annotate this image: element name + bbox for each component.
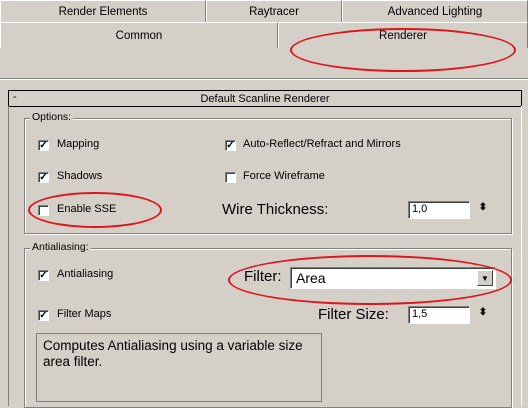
check-icon: ✓ bbox=[226, 140, 235, 151]
filter-dropdown[interactable]: Area bbox=[290, 267, 496, 289]
wire-thickness-label: Wire Thickness: bbox=[222, 201, 329, 218]
tab-advanced-lighting-label: Advanced Lighting bbox=[387, 5, 483, 18]
antialiasing-label: Antialiasing bbox=[57, 268, 114, 280]
filter-value: Area bbox=[296, 270, 326, 286]
rollout-title: Default Scanline Renderer bbox=[200, 92, 330, 105]
tab-common-label: Common bbox=[115, 29, 163, 42]
shadows-label: Shadows bbox=[57, 170, 103, 182]
shadows-checkbox[interactable]: ✓ bbox=[38, 172, 49, 183]
filter-maps-checkbox[interactable]: ✓ bbox=[38, 310, 49, 321]
check-icon: ✓ bbox=[39, 172, 48, 183]
wire-thickness-spinner[interactable]: ⬍ bbox=[478, 202, 488, 218]
filter-size-value: 1,5 bbox=[412, 308, 428, 320]
filter-size-label: Filter Size: bbox=[318, 306, 389, 323]
filter-label: Filter: bbox=[244, 268, 282, 285]
antialiasing-checkbox[interactable]: ✓ bbox=[38, 270, 49, 281]
spinner-icon: ⬍ bbox=[478, 307, 488, 318]
tab-render-elements[interactable]: Render Elements bbox=[0, 0, 206, 22]
tab-render-elements-label: Render Elements bbox=[58, 5, 148, 18]
force-wireframe-label: Force Wireframe bbox=[243, 170, 325, 182]
check-icon: ✓ bbox=[39, 270, 48, 281]
enable-sse-label: Enable SSE bbox=[57, 203, 117, 215]
chevron-down-icon: ▼ bbox=[481, 273, 489, 283]
tab-common[interactable]: Common bbox=[0, 22, 278, 48]
filter-maps-label: Filter Maps bbox=[57, 308, 112, 320]
tab-renderer-label: Renderer bbox=[379, 29, 427, 42]
rollout-collapse-toggle[interactable]: - bbox=[13, 91, 17, 103]
tab-raytracer[interactable]: Raytracer bbox=[206, 0, 342, 22]
mapping-label: Mapping bbox=[57, 138, 100, 150]
panel-separator-light bbox=[0, 79, 528, 80]
auto-reflect-checkbox[interactable]: ✓ bbox=[225, 140, 236, 151]
antialiasing-group-title: Antialiasing: bbox=[30, 241, 91, 253]
wire-thickness-value: 1,0 bbox=[412, 203, 428, 215]
tab-advanced-lighting[interactable]: Advanced Lighting bbox=[342, 0, 528, 22]
rollout-header[interactable]: - Default Scanline Renderer bbox=[8, 90, 522, 107]
options-group-title: Options: bbox=[30, 111, 74, 123]
check-icon: ✓ bbox=[39, 310, 48, 321]
wire-thickness-field[interactable]: 1,0 bbox=[408, 201, 470, 219]
filter-size-spinner[interactable]: ⬍ bbox=[478, 307, 488, 323]
spinner-icon: ⬍ bbox=[478, 202, 488, 213]
mapping-checkbox[interactable]: ✓ bbox=[38, 140, 49, 151]
force-wireframe-checkbox[interactable] bbox=[225, 172, 236, 183]
filter-dropdown-button[interactable]: ▼ bbox=[477, 270, 493, 286]
check-icon: ✓ bbox=[39, 140, 48, 151]
enable-sse-checkbox[interactable] bbox=[38, 205, 49, 216]
filter-description-text: Computes Antialiasing using a variable s… bbox=[43, 338, 303, 369]
tab-renderer[interactable]: Renderer bbox=[278, 22, 528, 48]
tab-raytracer-label: Raytracer bbox=[249, 5, 299, 18]
filter-description: Computes Antialiasing using a variable s… bbox=[36, 333, 322, 402]
auto-reflect-label: Auto-Reflect/Refract and Mirrors bbox=[243, 138, 401, 150]
filter-size-field[interactable]: 1,5 bbox=[408, 306, 470, 324]
